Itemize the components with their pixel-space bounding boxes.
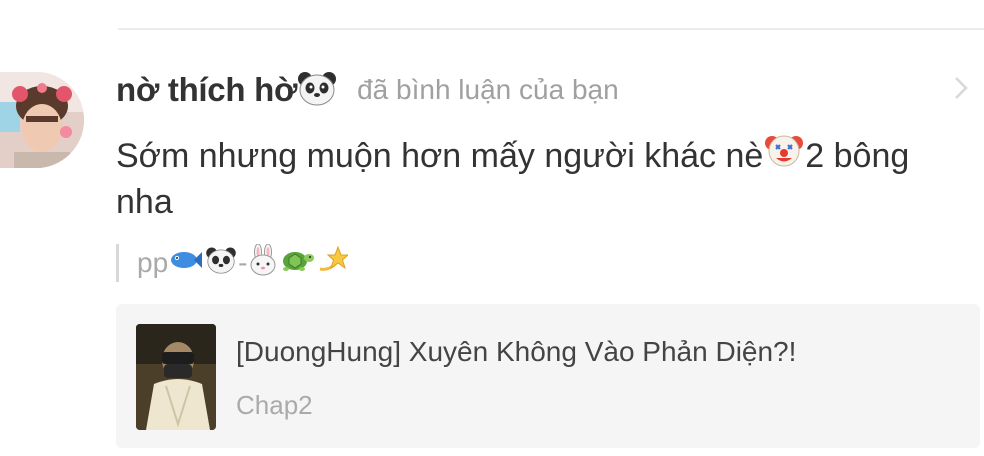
avatar[interactable]	[0, 72, 84, 168]
quote-bar	[116, 244, 119, 282]
rabbit-face-icon	[248, 243, 278, 283]
notification-item[interactable]: nờ thích hờ đã bình luận của bạn Sớm như…	[0, 0, 984, 456]
story-cover-image[interactable]	[136, 324, 216, 430]
chevron-right-icon[interactable]	[948, 74, 974, 102]
turtle-icon	[280, 246, 315, 281]
quoted-comment: pp -	[116, 242, 350, 284]
quote-separator: -	[238, 247, 248, 278]
fish-icon	[169, 247, 203, 280]
comment-text: Sớm nhưng muộn hơn mấy người khác nè 2 b…	[116, 134, 966, 224]
dizzy-star-icon	[316, 245, 350, 282]
divider	[118, 28, 984, 30]
username[interactable]: nờ thích hờ	[116, 71, 297, 109]
panda-face-icon	[297, 70, 337, 111]
story-chapter: Chap2	[236, 390, 313, 420]
notification-header: nờ thích hờ đã bình luận của bạn	[116, 66, 619, 114]
story-title: [DuongHung] Xuyên Không Vào Phản Diện?!	[236, 336, 797, 367]
story-card[interactable]: [DuongHung] Xuyên Không Vào Phản Diện?! …	[116, 304, 980, 448]
quote-prefix: pp	[137, 247, 169, 278]
comment-text-part: Sớm nhưng muộn hơn mấy người khác nè	[116, 137, 764, 175]
clown-face-icon	[765, 131, 804, 180]
action-text: đã bình luận của bạn	[357, 74, 619, 105]
quoted-comment-text: pp -	[137, 243, 350, 283]
panda-face-icon	[205, 246, 237, 281]
